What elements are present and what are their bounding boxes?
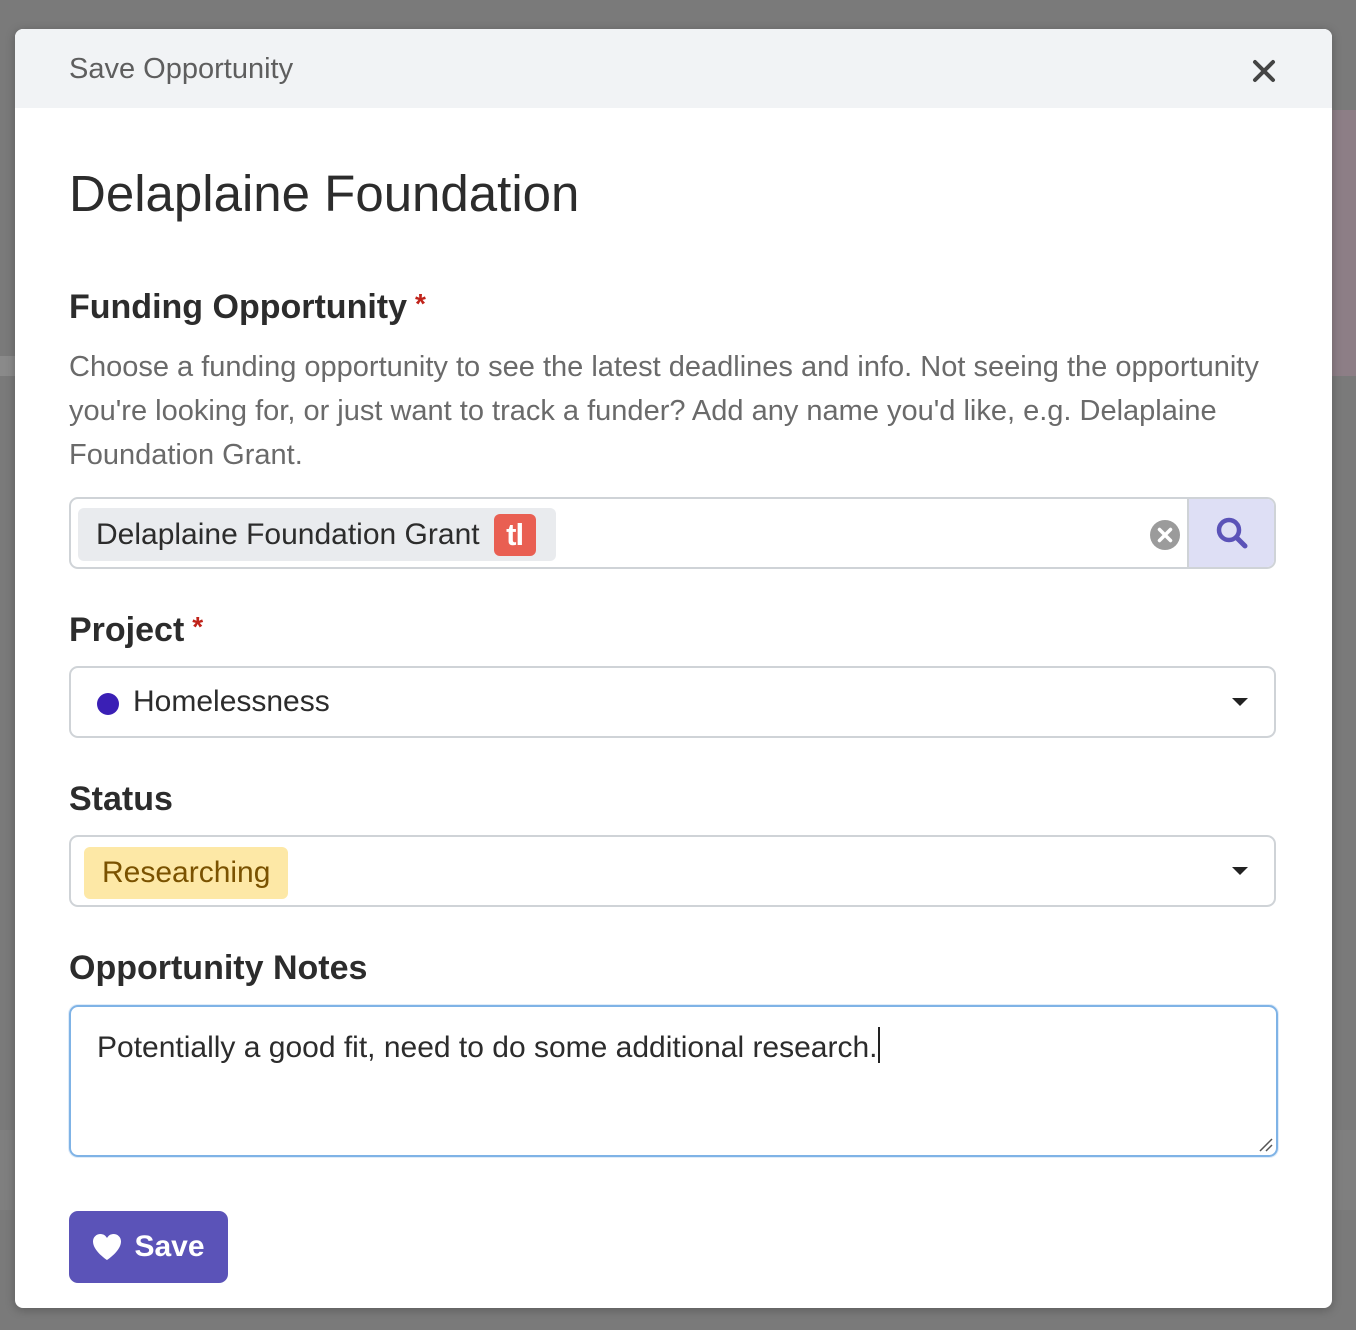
status-select[interactable]: Researching [69,835,1276,907]
save-opportunity-modal: Save Opportunity Delaplaine Foundation F… [15,29,1332,1308]
opportunity-notes-label: Opportunity Notes [69,949,368,987]
clear-circle-icon [1150,520,1180,550]
clear-button[interactable] [1149,519,1181,551]
text-cursor [877,1027,880,1063]
project-label-text: Project [69,611,185,649]
funding-opportunity-field[interactable]: Delaplaine Foundation Grant tl [69,497,1276,569]
background-page-accent [1332,110,1356,376]
modal-title: Save Opportunity [69,53,294,85]
notes-text: Potentially a good fit, need to do some … [97,1031,878,1064]
status-label: Status [69,780,173,818]
opportunity-notes-textarea[interactable]: Potentially a good fit, need to do some … [69,1005,1278,1157]
required-marker: * [192,611,204,642]
organization-name: Delaplaine Foundation [69,165,580,222]
project-value: Homelessness [133,685,330,718]
required-marker: * [415,288,426,319]
search-icon [1216,517,1247,549]
project-color-dot [97,693,119,715]
resize-handle-icon[interactable] [1257,1136,1273,1152]
project-label: Project * [69,611,203,650]
status-badge: Researching [84,847,289,899]
chevron-down-icon [1232,698,1248,706]
save-button-label: Save [134,1230,205,1263]
project-select[interactable]: Homelessness [69,666,1276,738]
source-badge: tl [493,513,536,556]
selected-opportunity-tag[interactable]: Delaplaine Foundation Grant tl [78,508,556,561]
close-icon [1253,60,1275,82]
close-button[interactable] [1248,55,1280,87]
save-button[interactable]: Save [69,1211,228,1283]
heart-icon [93,1234,122,1260]
selected-opportunity-text: Delaplaine Foundation Grant [96,517,480,551]
funding-opportunity-label: Funding Opportunity * [69,288,426,327]
chevron-down-icon [1232,867,1248,875]
background-page-band [0,356,15,376]
search-button[interactable] [1187,499,1274,567]
funding-help-text: Choose a funding opportunity to see the … [69,351,1259,471]
funding-opportunity-label-text: Funding Opportunity [69,288,408,326]
modal-header: Save Opportunity [15,29,1332,108]
